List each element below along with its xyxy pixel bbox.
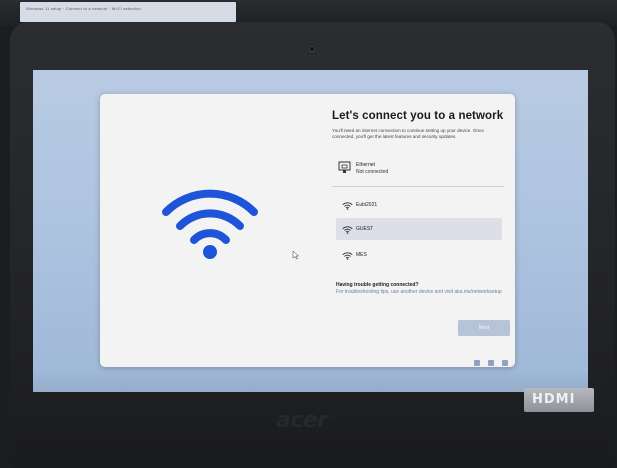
power-icon[interactable]: [502, 360, 508, 366]
background-monitor-text: Windows 11 setup · Connect to a network …: [26, 6, 141, 11]
troubleshooting-link[interactable]: For troubleshooting tips, use another de…: [336, 289, 512, 296]
screen-bottom-shade: [33, 370, 588, 392]
ethernet-status: Not connected: [356, 169, 389, 175]
system-tray: [470, 360, 530, 368]
hdmi-sticker: HDMI: [524, 388, 594, 412]
background-monitor-screen: Windows 11 setup · Connect to a network …: [20, 2, 236, 22]
ethernet-name: Ethernet: [356, 162, 375, 168]
network-item-eubi2021[interactable]: Eubi2021: [336, 194, 502, 216]
mouse-cursor-icon: [292, 250, 300, 260]
brand-logo: acer: [276, 408, 328, 433]
ethernet-icon: [338, 161, 351, 173]
webcam: [307, 44, 317, 54]
wifi-signal-icon: [342, 226, 353, 234]
divider: [332, 186, 504, 187]
page-title: Let's connect you to a network: [332, 110, 504, 122]
network-panel: Let's connect you to a network You'll ne…: [332, 110, 510, 140]
ethernet-item[interactable]: Ethernet Not connected: [338, 160, 508, 182]
wifi-signal-icon: [342, 252, 353, 260]
wifi-icon: [162, 189, 258, 259]
wifi-signal-icon: [342, 202, 353, 210]
troubleshooting-title: Having trouble getting connected?: [336, 282, 419, 288]
network-name: Eubi2021: [356, 202, 378, 208]
troubleshooting-section: Having trouble getting connected? For tr…: [336, 282, 512, 296]
network-name: MES: [356, 252, 367, 258]
next-button[interactable]: Next: [458, 320, 510, 336]
volume-icon[interactable]: [488, 360, 494, 366]
network-item-mes[interactable]: MES: [336, 244, 502, 266]
page-subtitle: You'll need an internet connection to co…: [332, 128, 484, 139]
accessibility-icon[interactable]: [474, 360, 480, 366]
network-item-guest[interactable]: GUEST: [336, 218, 502, 240]
hdmi-sticker-text: HDMI: [532, 392, 576, 407]
network-name: GUEST: [356, 226, 374, 232]
